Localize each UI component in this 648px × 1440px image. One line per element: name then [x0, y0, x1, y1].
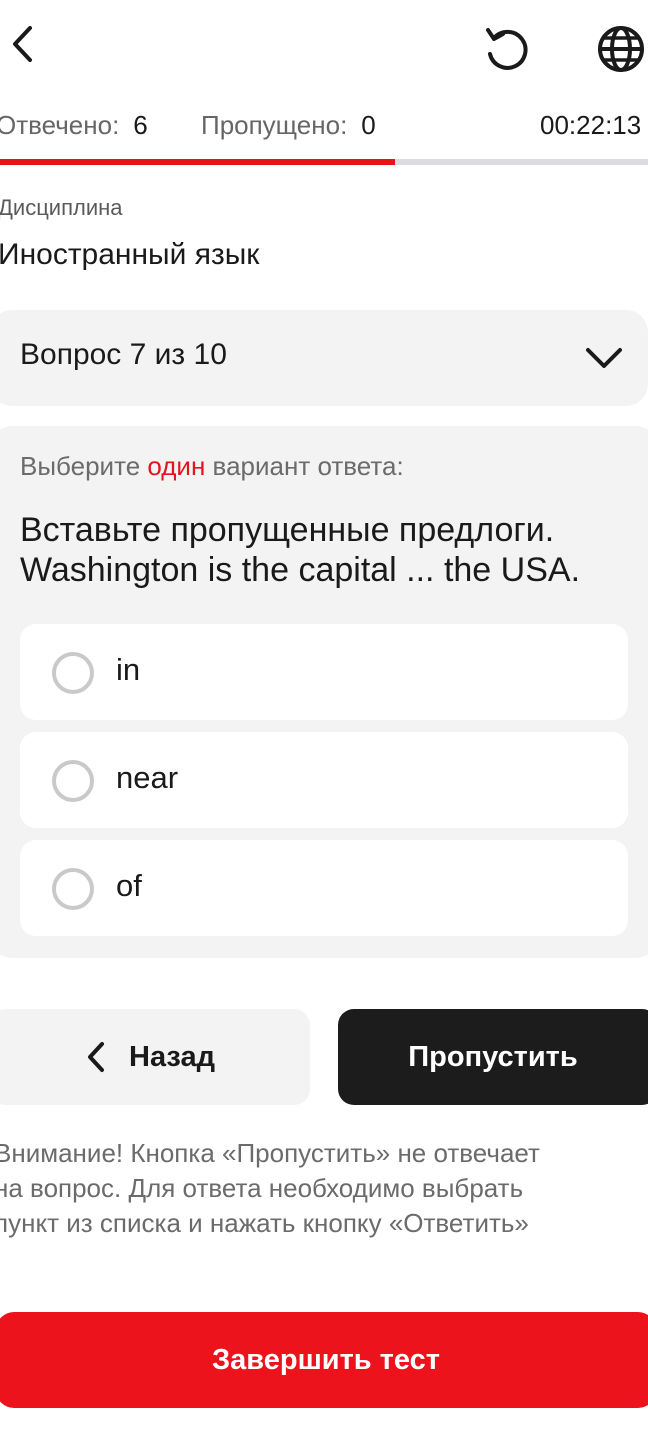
chevron-left-icon — [88, 1042, 104, 1072]
timer: 00:22:13 — [540, 110, 642, 140]
skipped-stat: Пропущено: 0 — [201, 110, 376, 141]
radio-button[interactable] — [52, 760, 94, 802]
stats-row: Отвечено: 6 Пропущено: 0 00:22:13 — [0, 110, 648, 146]
skip-button[interactable]: Пропустить — [338, 1009, 648, 1105]
answer-option-in[interactable]: in — [20, 624, 628, 720]
finish-test-button[interactable]: Завершить тест — [0, 1312, 648, 1408]
chevron-left-icon — [13, 26, 32, 62]
radio-button[interactable] — [52, 868, 94, 910]
answer-option-near[interactable]: near — [20, 732, 628, 828]
answer-option-label: in — [116, 652, 141, 687]
question-selector[interactable]: Вопрос 7 из 10 — [0, 310, 648, 406]
skip-notice: Внимание! Кнопка «Пропустить» не отвечае… — [0, 1138, 540, 1238]
reset-icon — [486, 28, 528, 70]
answer-option-label: near — [116, 760, 179, 795]
globe-icon — [598, 26, 644, 72]
back-button[interactable] — [2, 22, 42, 66]
progress-bar — [0, 159, 648, 165]
radio-button[interactable] — [52, 652, 94, 694]
answered-count: 6 — [133, 110, 148, 140]
previous-button-label: Назад — [129, 1040, 215, 1073]
discipline-value: Иностранный язык — [0, 238, 260, 271]
language-button[interactable] — [594, 22, 648, 76]
answer-instruction: Выберите один вариант ответа: — [20, 451, 404, 481]
discipline-label: Дисциплина — [0, 195, 123, 220]
finish-test-label: Завершить тест — [212, 1343, 440, 1376]
question-selector-label: Вопрос 7 из 10 — [20, 338, 227, 371]
answer-option-label: of — [116, 868, 142, 903]
progress-fill — [0, 159, 396, 165]
instruction-accent: один — [147, 451, 206, 481]
question-text: Вставьте пропущенные предлоги. Washingto… — [20, 511, 581, 589]
previous-button[interactable]: Назад — [0, 1009, 310, 1105]
answered-label: Отвечено: — [0, 110, 120, 140]
question-card: Выберите один вариант ответа: Вставьте п… — [0, 426, 648, 958]
skipped-label: Пропущено: — [201, 110, 348, 140]
chevron-down-icon — [586, 348, 622, 368]
skip-button-label: Пропустить — [408, 1040, 578, 1073]
reset-button[interactable] — [480, 22, 534, 76]
answer-option-of[interactable]: of — [20, 840, 628, 936]
answered-stat: Отвечено: 6 — [0, 110, 148, 141]
skipped-count: 0 — [361, 110, 376, 140]
